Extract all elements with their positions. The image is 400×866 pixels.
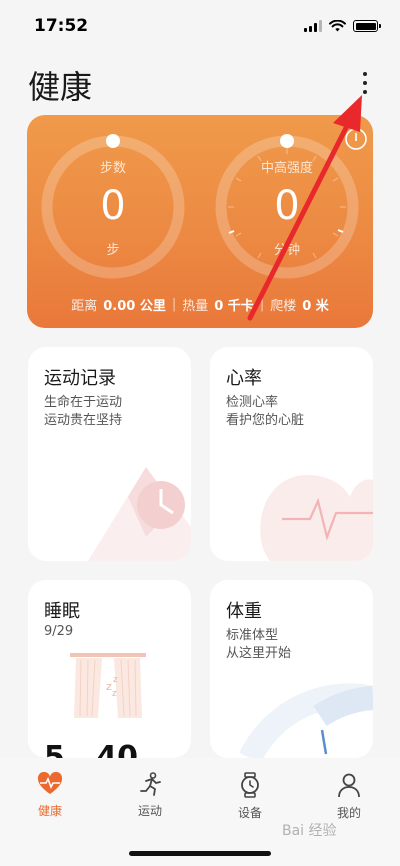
status-time: 17:52 xyxy=(34,16,89,36)
tab-exercise[interactable]: 运动 xyxy=(110,772,190,819)
tab-devices[interactable]: 设备 xyxy=(210,772,290,821)
status-bar: 17:52 xyxy=(0,0,400,52)
battery-icon xyxy=(353,20,381,32)
home-indicator xyxy=(129,851,271,856)
summary-footer: 距离 0.00 公里 | 热量 0 千卡 | 爬楼 0 米 xyxy=(71,297,329,314)
distance-label: 距离 xyxy=(71,299,98,314)
intensity-label: 中高强度 xyxy=(260,161,313,176)
dot-icon xyxy=(363,72,367,76)
status-icons xyxy=(304,20,381,32)
steps-value: 0 xyxy=(100,183,126,229)
intensity-unit: 分钟 xyxy=(273,243,300,258)
intensity-value: 0 xyxy=(274,183,300,229)
heart-illustration-icon xyxy=(260,474,373,561)
scale-gauge-icon xyxy=(239,683,373,758)
heart-rate-tile[interactable]: 心率 检测心率 看护您的心脏 xyxy=(210,347,373,561)
tab-health[interactable]: 健康 xyxy=(10,772,90,819)
floors-label: 爬楼 xyxy=(270,299,297,314)
svg-text:z: z xyxy=(112,689,117,699)
sleep-tile[interactable]: 睡眠 9/29 z z z 5 40 xyxy=(28,580,191,758)
svg-text:z: z xyxy=(113,675,118,685)
calories-label: 热量 xyxy=(182,299,209,314)
dot-icon xyxy=(363,90,367,94)
signal-icon xyxy=(304,20,322,32)
nav-label: 我的 xyxy=(336,806,361,820)
exercise-record-tile[interactable]: 运动记录 生命在于运动 运动贵在坚持 xyxy=(28,347,191,561)
watch-icon xyxy=(241,772,259,798)
distance-value: 0.00 公里 xyxy=(103,299,166,314)
person-icon xyxy=(338,773,360,798)
steps-label: 步数 xyxy=(99,161,126,176)
more-options-button[interactable] xyxy=(350,66,380,100)
mountain-illustration-icon xyxy=(88,467,191,561)
wifi-icon xyxy=(329,20,346,32)
sleep-duration-value: 5 40 xyxy=(44,740,138,758)
dot-icon xyxy=(363,81,367,85)
nav-label: 健康 xyxy=(37,804,62,818)
running-icon xyxy=(140,772,161,796)
bottom-navigation: 健康 运动 设备 我的 xyxy=(0,758,400,866)
calories-value: 0 千卡 xyxy=(214,299,254,314)
nav-label: 运动 xyxy=(137,804,162,818)
page-title: 健康 xyxy=(28,68,93,106)
tab-me[interactable]: 我的 xyxy=(309,772,389,821)
heart-pulse-icon xyxy=(37,772,63,794)
curtain-illustration-icon: z z z xyxy=(70,653,146,718)
activity-summary-card[interactable]: 步数 0 步 中高强度 0 分钟 距离 0.00 公里 | 热量 0 千卡 | … xyxy=(27,115,373,328)
weight-tile[interactable]: 体重 标准体型 从这里开始 xyxy=(210,580,373,758)
steps-unit: 步 xyxy=(106,243,120,258)
nav-label: 设备 xyxy=(237,806,262,820)
watermark: Bai 经验 xyxy=(282,823,337,839)
floors-value: 0 米 xyxy=(302,299,329,314)
